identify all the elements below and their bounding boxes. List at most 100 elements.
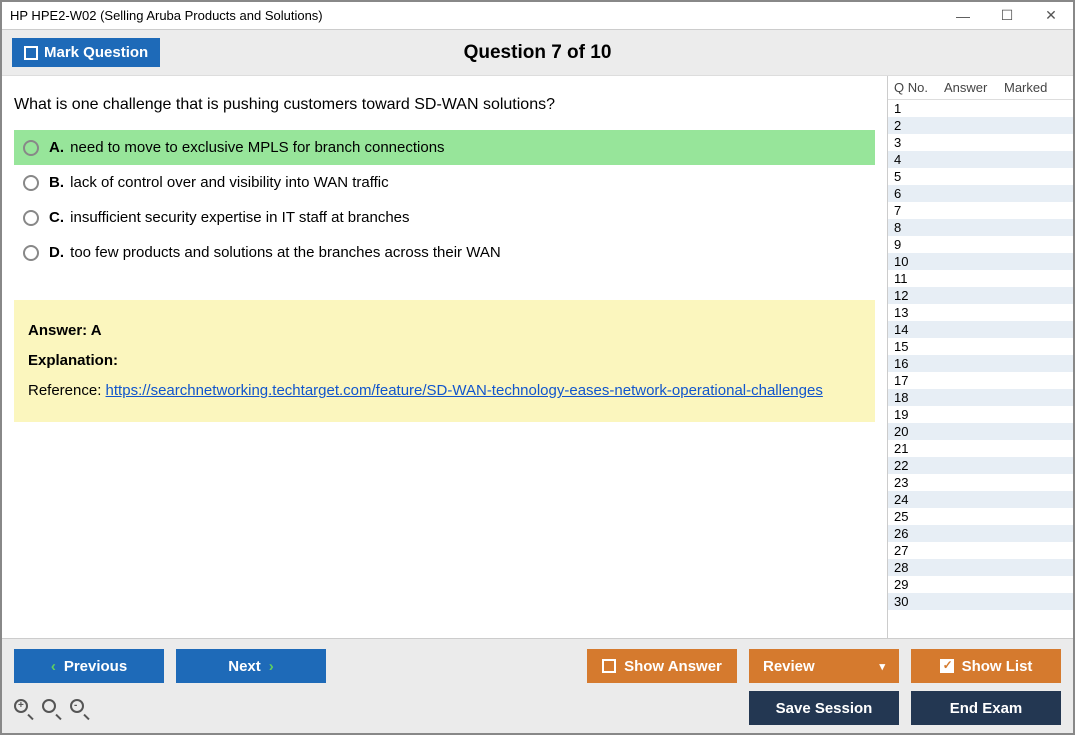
maximize-button[interactable]: ☐ [985, 2, 1029, 30]
zoom-in-button[interactable]: + [14, 697, 36, 719]
row-answer [944, 526, 1004, 541]
option-b[interactable]: B. lack of control over and visibility i… [14, 165, 875, 200]
list-row[interactable]: 19 [888, 406, 1073, 423]
row-marked [1004, 203, 1067, 218]
list-row[interactable]: 3 [888, 134, 1073, 151]
row-marked [1004, 237, 1067, 252]
mark-question-button[interactable]: Mark Question [12, 38, 160, 67]
list-row[interactable]: 8 [888, 219, 1073, 236]
reference-link[interactable]: https://searchnetworking.techtarget.com/… [106, 382, 823, 399]
list-rows[interactable]: 1234567891011121314151617181920212223242… [888, 100, 1073, 638]
row-marked [1004, 322, 1067, 337]
list-row[interactable]: 2 [888, 117, 1073, 134]
list-row[interactable]: 26 [888, 525, 1073, 542]
row-answer [944, 390, 1004, 405]
list-row[interactable]: 18 [888, 389, 1073, 406]
show-list-button[interactable]: Show List [911, 649, 1061, 683]
row-qno: 12 [894, 288, 944, 303]
row-qno: 15 [894, 339, 944, 354]
list-row[interactable]: 11 [888, 270, 1073, 287]
window-title: HP HPE2-W02 (Selling Aruba Products and … [10, 8, 323, 23]
row-marked [1004, 254, 1067, 269]
list-row[interactable]: 30 [888, 593, 1073, 610]
row-marked [1004, 186, 1067, 201]
row-marked [1004, 339, 1067, 354]
list-row[interactable]: 10 [888, 253, 1073, 270]
option-d[interactable]: D. too few products and solutions at the… [14, 235, 875, 270]
list-row[interactable]: 17 [888, 372, 1073, 389]
row-marked [1004, 152, 1067, 167]
list-row[interactable]: 12 [888, 287, 1073, 304]
row-qno: 4 [894, 152, 944, 167]
app-window: HP HPE2-W02 (Selling Aruba Products and … [0, 0, 1075, 735]
list-row[interactable]: 16 [888, 355, 1073, 372]
list-row[interactable]: 24 [888, 491, 1073, 508]
list-row[interactable]: 6 [888, 185, 1073, 202]
show-list-label: Show List [962, 658, 1033, 675]
list-row[interactable]: 28 [888, 559, 1073, 576]
row-marked [1004, 271, 1067, 286]
answer-label: Answer: A [28, 322, 102, 339]
zoom-out-button[interactable]: - [70, 697, 92, 719]
footer-row-2: + - Save Session End Exam [14, 691, 1061, 725]
row-answer [944, 152, 1004, 167]
list-row[interactable]: 14 [888, 321, 1073, 338]
list-row[interactable]: 27 [888, 542, 1073, 559]
show-answer-button[interactable]: Show Answer [587, 649, 737, 683]
row-answer [944, 186, 1004, 201]
row-qno: 8 [894, 220, 944, 235]
chevron-right-icon: › [269, 658, 274, 675]
row-marked [1004, 407, 1067, 422]
list-row[interactable]: 7 [888, 202, 1073, 219]
row-marked [1004, 560, 1067, 575]
close-button[interactable]: ✕ [1029, 2, 1073, 30]
list-row[interactable]: 25 [888, 508, 1073, 525]
row-answer [944, 492, 1004, 507]
row-qno: 24 [894, 492, 944, 507]
mark-question-label: Mark Question [44, 44, 148, 61]
next-button[interactable]: Next › [176, 649, 326, 683]
row-qno: 18 [894, 390, 944, 405]
list-row[interactable]: 13 [888, 304, 1073, 321]
end-exam-button[interactable]: End Exam [911, 691, 1061, 725]
zoom-reset-button[interactable] [42, 697, 64, 719]
row-marked [1004, 577, 1067, 592]
list-row[interactable]: 4 [888, 151, 1073, 168]
row-qno: 14 [894, 322, 944, 337]
row-marked [1004, 373, 1067, 388]
row-qno: 19 [894, 407, 944, 422]
save-session-label: Save Session [776, 700, 873, 717]
checkbox-icon [24, 46, 38, 60]
row-answer [944, 101, 1004, 116]
list-row[interactable]: 20 [888, 423, 1073, 440]
row-answer [944, 220, 1004, 235]
list-row[interactable]: 1 [888, 100, 1073, 117]
save-session-button[interactable]: Save Session [749, 691, 899, 725]
list-row[interactable]: 22 [888, 457, 1073, 474]
row-marked [1004, 458, 1067, 473]
list-row[interactable]: 9 [888, 236, 1073, 253]
row-marked [1004, 220, 1067, 235]
list-row[interactable]: 5 [888, 168, 1073, 185]
row-qno: 23 [894, 475, 944, 490]
chevron-down-icon: ▾ [879, 660, 885, 673]
zoom-controls: + - [14, 697, 92, 719]
list-row[interactable]: 23 [888, 474, 1073, 491]
option-c[interactable]: C. insufficient security expertise in IT… [14, 200, 875, 235]
row-qno: 29 [894, 577, 944, 592]
option-text: C. insufficient security expertise in IT… [49, 209, 410, 226]
list-row[interactable]: 15 [888, 338, 1073, 355]
titlebar: HP HPE2-W02 (Selling Aruba Products and … [2, 2, 1073, 30]
row-marked [1004, 305, 1067, 320]
option-a[interactable]: A. need to move to exclusive MPLS for br… [14, 130, 875, 165]
row-qno: 11 [894, 271, 944, 286]
row-answer [944, 305, 1004, 320]
list-row[interactable]: 29 [888, 576, 1073, 593]
previous-button[interactable]: ‹ Previous [14, 649, 164, 683]
review-button[interactable]: Review ▾ [749, 649, 899, 683]
row-marked [1004, 356, 1067, 371]
list-row[interactable]: 21 [888, 440, 1073, 457]
minimize-button[interactable]: — [941, 2, 985, 30]
row-qno: 17 [894, 373, 944, 388]
question-text: What is one challenge that is pushing cu… [14, 96, 875, 114]
